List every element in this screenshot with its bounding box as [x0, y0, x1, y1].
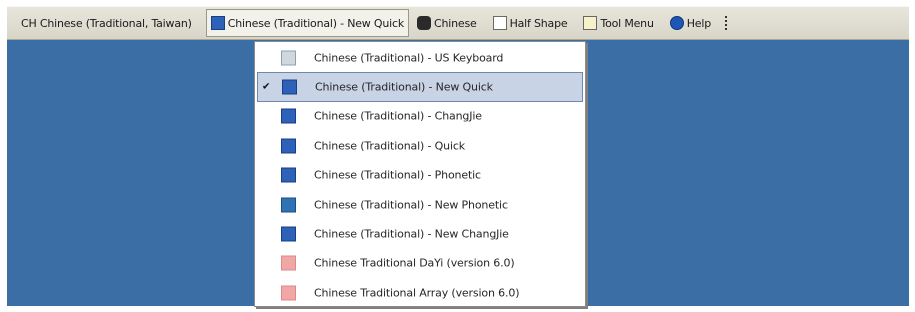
half-shape-icon [492, 16, 507, 30]
help-button[interactable]: Help [666, 10, 715, 36]
menu-item-dayi[interactable]: Chinese Traditional DaYi (version 6.0) [257, 249, 583, 278]
quick-icon [281, 138, 296, 154]
array-icon [281, 285, 296, 301]
language-label: CH Chinese (Traditional, Taiwan) [21, 16, 192, 30]
dayi-icon [281, 255, 296, 271]
menu-item-new-quick[interactable]: ✔ Chinese (Traditional) - New Quick [257, 72, 583, 102]
menu-item-label: Chinese (Traditional) - Phonetic [314, 168, 481, 182]
menu-item-label: Chinese (Traditional) - New Phonetic [314, 198, 508, 212]
new-phonetic-icon [281, 197, 296, 213]
input-mode-label: Chinese [434, 16, 477, 30]
input-mode-toggle[interactable]: Chinese [413, 10, 481, 36]
menu-item-phonetic[interactable]: Chinese (Traditional) - Phonetic [257, 161, 583, 190]
phonetic-icon [281, 167, 296, 183]
shape-toggle[interactable]: Half Shape [489, 10, 572, 36]
changjie-icon [281, 108, 296, 124]
keyboard-icon [281, 50, 296, 66]
menu-item-label: Chinese (Traditional) - New Quick [315, 80, 493, 94]
checkmark-icon: ✔ [262, 81, 271, 93]
help-icon [669, 16, 684, 30]
menu-item-quick[interactable]: Chinese (Traditional) - Quick [257, 131, 583, 160]
tool-menu-label: Tool Menu [600, 16, 654, 30]
language-selector[interactable]: CH Chinese (Traditional, Taiwan) [17, 10, 196, 36]
language-bar-grip[interactable] [725, 16, 730, 30]
tool-menu-button[interactable]: Tool Menu [579, 10, 657, 36]
new-quick-icon [282, 79, 297, 95]
new-changjie-icon [281, 226, 296, 242]
menu-item-new-changjie[interactable]: Chinese (Traditional) - New ChangJie [257, 219, 583, 248]
chinese-mode-icon [417, 16, 432, 30]
ime-selector[interactable]: Chinese (Traditional) - New Quick [205, 9, 410, 37]
language-bar: CH Chinese (Traditional, Taiwan) Chinese… [7, 6, 909, 40]
tool-menu-icon [583, 16, 598, 30]
menu-item-label: Chinese Traditional DaYi (version 6.0) [314, 256, 515, 270]
menu-item-label: Chinese Traditional Array (version 6.0) [314, 286, 520, 300]
ime-dropdown-menu: Chinese (Traditional) - US Keyboard ✔ Ch… [254, 41, 586, 307]
menu-item-label: Chinese (Traditional) - New ChangJie [314, 227, 509, 241]
new-quick-icon [210, 16, 225, 30]
menu-item-new-phonetic[interactable]: Chinese (Traditional) - New Phonetic [257, 190, 583, 219]
help-label: Help [686, 16, 711, 30]
menu-item-label: Chinese (Traditional) - Quick [314, 139, 466, 153]
menu-item-changjie[interactable]: Chinese (Traditional) - ChangJie [257, 102, 583, 131]
menu-item-us-keyboard[interactable]: Chinese (Traditional) - US Keyboard [257, 43, 583, 72]
menu-item-array[interactable]: Chinese Traditional Array (version 6.0) [257, 278, 583, 307]
ime-label: Chinese (Traditional) - New Quick [227, 16, 405, 30]
menu-item-label: Chinese (Traditional) - ChangJie [314, 109, 482, 123]
menu-item-label: Chinese (Traditional) - US Keyboard [314, 51, 504, 65]
shape-label: Half Shape [509, 16, 568, 30]
